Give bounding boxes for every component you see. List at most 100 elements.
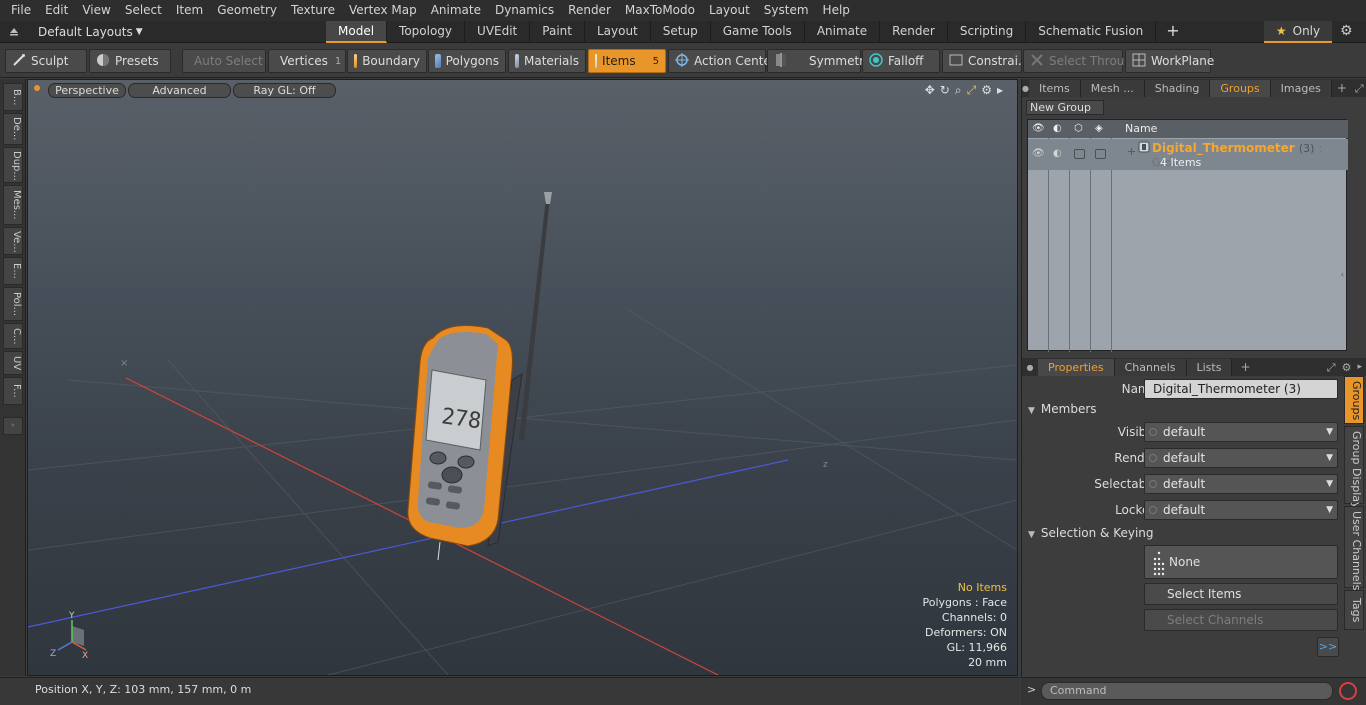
tab-model[interactable]: Model — [326, 21, 388, 43]
list-scroll-handle[interactable]: ‹ — [1341, 270, 1344, 279]
menu-texture[interactable]: Texture — [284, 0, 342, 21]
tab-images[interactable]: Images — [1270, 80, 1332, 97]
3d-viewport[interactable]: × z 278 Y Z X Perspective Advanced Ray G… — [27, 79, 1018, 676]
render-dropdown[interactable]: default ▼ — [1144, 448, 1338, 468]
menu-geometry[interactable]: Geometry — [210, 0, 284, 21]
left-tab-edge[interactable]: E... — [3, 257, 23, 285]
tab-uvedit[interactable]: UVEdit — [465, 21, 531, 43]
properties-expand-icon[interactable]: ⤢ — [1324, 359, 1339, 376]
select-channels-button[interactable]: Select Channels — [1144, 609, 1338, 631]
rotate-view-icon[interactable]: ↻ — [940, 83, 950, 98]
add-tab-icon[interactable]: + — [1156, 21, 1189, 43]
zoom-view-icon[interactable]: ⌕ — [955, 83, 962, 98]
more-button[interactable]: >> — [1317, 637, 1339, 657]
presets-button[interactable]: Presets — [89, 49, 171, 73]
menu-edit[interactable]: Edit — [38, 0, 75, 21]
properties-menu-dot-icon[interactable]: ● — [1022, 359, 1038, 376]
command-input[interactable]: Command — [1041, 682, 1333, 700]
side-tab-user-channels[interactable]: User Channels — [1344, 506, 1364, 590]
visible-dropdown[interactable]: default ▼ — [1144, 422, 1338, 442]
properties-arrow-icon[interactable]: ▸ — [1354, 359, 1366, 376]
group-visibility-icon[interactable]: 👁 — [1032, 148, 1045, 159]
move-view-icon[interactable]: ✥ — [925, 83, 935, 98]
selection-keying-section[interactable]: ▼ Selection & Keying — [1028, 526, 1346, 544]
new-group-button[interactable]: New Group — [1026, 100, 1104, 115]
left-tab-expand-icon[interactable]: ◦ — [3, 417, 23, 435]
auto-select-button[interactable]: Auto Select — [182, 49, 266, 73]
render-toggle-icon[interactable]: ◐ — [1053, 123, 1064, 134]
menu-item[interactable]: Item — [169, 0, 210, 21]
tab-scripting[interactable]: Scripting — [948, 21, 1027, 43]
name-column-header[interactable]: Name — [1125, 122, 1157, 135]
side-tab-group-display[interactable]: Group Display — [1344, 426, 1364, 509]
tab-items[interactable]: Items — [1028, 80, 1081, 97]
side-tab-tags[interactable]: Tags — [1344, 590, 1364, 630]
eye-icon[interactable]: 👁 — [1032, 123, 1045, 134]
left-tab-curve[interactable]: C... — [3, 323, 23, 349]
lock-column-icon[interactable]: ⬡ — [1074, 123, 1085, 134]
tab-properties[interactable]: Properties — [1038, 359, 1115, 376]
locked-dropdown[interactable]: default ▼ — [1144, 500, 1338, 520]
left-tab-vertex[interactable]: Ve... — [3, 227, 23, 255]
constraints-button[interactable]: Constrai... — [942, 49, 1029, 73]
raygl-button[interactable]: Ray GL: Off — [233, 83, 336, 98]
menu-animate[interactable]: Animate — [424, 0, 488, 21]
none-button[interactable]: None — [1144, 545, 1338, 579]
tab-shading[interactable]: Shading — [1144, 80, 1211, 97]
tab-mesh[interactable]: Mesh ... — [1080, 80, 1145, 97]
menu-dynamics[interactable]: Dynamics — [488, 0, 561, 21]
maximize-view-icon[interactable]: ⤢ — [967, 83, 977, 98]
expand-icon[interactable]: + — [1127, 145, 1136, 158]
menu-render[interactable]: Render — [561, 0, 618, 21]
boundary-button[interactable]: Boundary — [347, 49, 427, 73]
layout-collapse-icon[interactable] — [8, 25, 20, 37]
menu-system[interactable]: System — [757, 0, 816, 21]
members-section[interactable]: ▼ Members — [1028, 402, 1346, 420]
viewport-arrow-icon[interactable]: ▸ — [997, 83, 1003, 98]
viewport-gear-icon[interactable]: ⚙ — [981, 83, 992, 98]
selectable-dropdown[interactable]: default ▼ — [1144, 474, 1338, 494]
left-tab-basic[interactable]: B... — [3, 83, 23, 111]
tab-layout[interactable]: Layout — [585, 21, 651, 43]
tab-channels[interactable]: Channels — [1114, 359, 1187, 376]
symmetry-button[interactable]: Symmetry — [767, 49, 871, 73]
tab-render[interactable]: Render — [880, 21, 948, 43]
menu-vertex-map[interactable]: Vertex Map — [342, 0, 424, 21]
left-tab-mesh[interactable]: Mes... — [3, 185, 23, 225]
select-column-icon[interactable]: ◈ — [1095, 123, 1106, 134]
tab-setup[interactable]: Setup — [651, 21, 711, 43]
view-mode-button[interactable]: Perspective — [48, 83, 126, 98]
panel-expand-icon[interactable]: ⤢ — [1352, 80, 1366, 97]
shading-button[interactable]: Advanced — [128, 83, 231, 98]
record-icon[interactable] — [1339, 682, 1357, 700]
menu-maxtomodo[interactable]: MaxToModo — [618, 0, 702, 21]
falloff-button[interactable]: Falloff — [862, 49, 940, 73]
panel-menu-dot-icon[interactable]: ● — [1022, 80, 1029, 97]
left-tab-deform[interactable]: De... — [3, 113, 23, 145]
menu-layout[interactable]: Layout — [702, 0, 757, 21]
side-tab-groups[interactable]: Groups — [1344, 376, 1364, 424]
action-center-button[interactable]: Action Center — [668, 49, 776, 73]
tab-lists[interactable]: Lists — [1186, 359, 1233, 376]
add-properties-tab-icon[interactable]: + — [1232, 359, 1258, 376]
properties-gear-icon[interactable]: ⚙ — [1339, 359, 1355, 376]
menu-help[interactable]: Help — [816, 0, 857, 21]
materials-button[interactable]: Materials — [508, 49, 586, 73]
items-button[interactable]: Items 5 — [588, 49, 666, 73]
left-tab-uv[interactable]: UV — [3, 351, 23, 375]
sculpt-button[interactable]: Sculpt — [5, 49, 87, 73]
select-through-button[interactable]: Select Through — [1023, 49, 1140, 73]
group-select-checkbox[interactable] — [1095, 149, 1106, 159]
left-tab-fusion[interactable]: F... — [3, 377, 23, 405]
select-items-button[interactable]: Select Items — [1144, 583, 1338, 605]
vertices-button[interactable]: Vertices 1 — [268, 49, 346, 73]
only-button[interactable]: ★ Only — [1264, 21, 1332, 43]
tab-schematic-fusion[interactable]: Schematic Fusion — [1026, 21, 1157, 43]
menu-file[interactable]: File — [4, 0, 38, 21]
left-tab-duplicate[interactable]: Dup... — [3, 147, 23, 183]
group-lock-checkbox[interactable] — [1074, 149, 1085, 159]
tab-topology[interactable]: Topology — [387, 21, 466, 43]
group-render-icon[interactable]: ◐ — [1053, 148, 1064, 159]
add-panel-tab-icon[interactable]: + — [1332, 80, 1352, 97]
group-row[interactable]: 👁 ◐ + Digital_Thermometer (3) : Group 4 … — [1028, 139, 1348, 170]
